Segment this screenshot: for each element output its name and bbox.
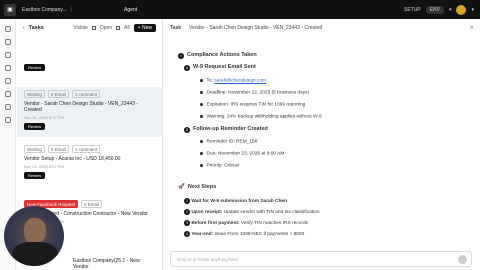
payments-icon[interactable] [4,91,11,97]
send-icon[interactable] [458,255,467,264]
collapse-icon[interactable]: ‹ [23,25,25,31]
step-1: 1 W-9 Request Email Sent [184,64,256,71]
breadcrumb-separator: / [70,6,73,13]
presenter-face [24,218,46,244]
number-icon: 2 [184,127,190,133]
email-link[interactable]: sarah@chendesign.com [214,79,266,84]
panel-title: Tasks [28,25,44,31]
filter-visible[interactable]: Visible [73,25,88,31]
documents-icon[interactable] [4,65,11,71]
settings-icon[interactable] [4,117,11,123]
close-icon[interactable]: ✕ [470,25,474,31]
next-step-4: 4 Year-end: Issue Form 1099-NEC if payme… [184,231,305,237]
next-step-3: 3 Before first payment: Verify TIN match… [184,220,309,226]
card-date: Nov 21, 2025 8:27 PM [24,115,64,120]
rocket-icon: 🚀 [178,184,185,190]
checkbox-open[interactable] [116,26,121,30]
task-title: Vendor - Sarah Chen Design Studio - VEN_… [189,25,323,31]
expiration-line: Expiration: IRS requires TIN for 1099 re… [200,103,305,108]
card-date: Nov 21, 2025 8:27 PM [24,164,64,169]
avatar[interactable] [456,4,467,15]
top-bar: ▣ Eastbox Company... / Agent SETUP ENV ▾… [0,0,480,19]
list-item[interactable]: Review [17,47,162,83]
inbox-icon[interactable] [4,39,11,45]
checkbox-visible[interactable] [91,26,96,30]
step-2: 2 Follow-up Reminder Created [184,126,268,133]
comment-badge: 1 comment [71,145,101,153]
reports-icon[interactable] [4,104,11,110]
presenter-body [12,242,58,266]
card-title: Vendor - Sarah Chen Design Studio - VEN_… [24,101,138,113]
company-name[interactable]: Eastbox Company... [22,7,67,13]
agent-tab[interactable]: Agent [124,7,137,13]
home-icon[interactable] [4,26,11,32]
new-task-button[interactable]: + New [133,24,156,32]
card-title: Vendor Setup - Acania Inc - USD 18,450.0… [24,156,121,162]
filter-all[interactable]: All [124,25,130,31]
vendors-icon[interactable] [4,78,11,84]
email-badge: 0 Email [47,145,69,153]
comment-badge: 1 comment [71,90,101,98]
to-line: To: sarah@chendesign.com [200,79,266,84]
next-step-2: 2 Upon receipt: Update vendor with TIN a… [184,209,320,215]
review-button[interactable]: Review [24,64,46,71]
warning-line: Warning: 24% backup withholding applies … [200,115,322,120]
section-heading: i Compliance Actions Taken [178,53,257,59]
status-badge: Waiting [24,145,45,153]
reminder-line: Reminder ID: REM_158 [200,140,257,145]
list-item[interactable]: Waiting 0 Email 1 comment Vendor Setup -… [17,142,162,192]
env-badge[interactable]: ENV [425,5,444,14]
review-button[interactable]: Review [24,123,46,130]
info-icon: i [178,53,184,59]
review-button[interactable]: Review [24,172,46,179]
next-step-1: 1 Wait for W-9 submission from Sarah Che… [184,198,288,204]
status-badge: Waiting [24,90,45,98]
task-label: Task [170,25,182,31]
email-badge: 0 Email [81,200,103,208]
section-heading: 🚀 Next Steps [178,184,217,190]
due-line: Due: November 23, 2025 at 9:00 AM [200,152,284,157]
deadline-line: Deadline: November 22, 2025 (5 business … [200,91,309,96]
priority-line: Priority: Critical [200,164,239,169]
number-icon: 1 [184,65,190,71]
email-badge: 0 Email [47,90,69,98]
tasks-icon[interactable] [4,52,11,58]
list-item[interactable]: Waiting 0 Email 1 comment Vendor - Sarah… [17,87,162,137]
filter-open[interactable]: Open [100,25,112,31]
setup-link[interactable]: SETUP [404,7,421,13]
chevron-down-icon[interactable]: ▾ [471,7,474,13]
message-input[interactable]: Drop in or Paste anything here [170,251,472,267]
app-logo-icon[interactable]: ▣ [4,3,16,16]
card-title: Eastbox Company(25.1 - New Vendor [73,258,140,270]
task-detail-panel: Task Vendor - Sarah Chen Design Studio -… [164,19,480,270]
chevron-down-icon[interactable]: ▾ [449,7,452,13]
webcam-overlay [4,206,64,266]
